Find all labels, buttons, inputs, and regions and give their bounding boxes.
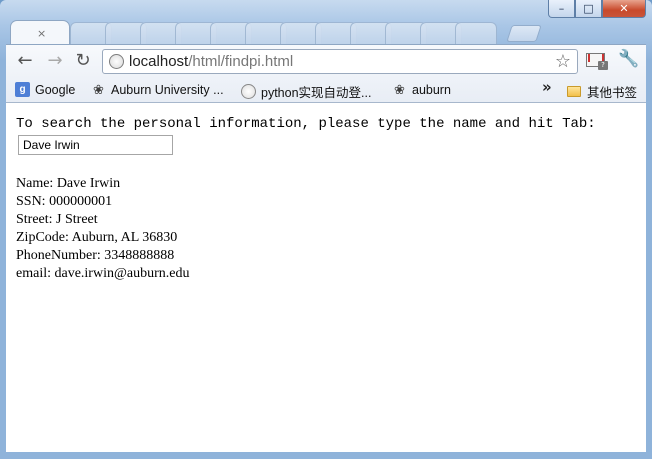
url-host: localhost: [129, 53, 189, 70]
bookmark-label: python实现自动登...: [261, 86, 372, 100]
minimize-button[interactable]: –: [548, 0, 575, 18]
google-icon: g: [15, 82, 30, 97]
tab-close-icon[interactable]: ×: [37, 27, 46, 40]
close-window-button[interactable]: ✕: [602, 0, 646, 18]
bookmark-python[interactable]: python实现自动登...: [241, 82, 371, 101]
auburn-icon: ❀: [93, 81, 104, 97]
result-phone: PhoneNumber: 3348888888: [16, 248, 175, 263]
address-bar[interactable]: localhost/html/findpi.html ☆: [102, 49, 578, 74]
result-ssn: SSN: 000000001: [16, 194, 113, 209]
gmail-unknown-badge: ?: [598, 61, 608, 70]
page-content: To search the personal information, plea…: [6, 103, 646, 452]
background-tab[interactable]: [455, 22, 497, 45]
folder-icon: [567, 86, 581, 97]
result-street: Street: J Street: [16, 212, 98, 227]
new-tab-button[interactable]: [506, 25, 542, 42]
name-search-input[interactable]: [18, 135, 173, 155]
bookmark-label: auburn: [412, 82, 451, 97]
maximize-button[interactable]: □: [575, 0, 602, 18]
page-globe-icon: [109, 54, 124, 69]
other-bookmarks-label: 其他书签: [587, 86, 638, 100]
active-tab[interactable]: ×: [10, 20, 70, 45]
result-zipcode: ZipCode: Auburn, AL 36830: [16, 230, 178, 245]
result-name: Name: Dave Irwin: [16, 176, 121, 191]
bookmark-label: Auburn University ...: [111, 82, 224, 97]
back-arrow-icon[interactable]: ←: [14, 50, 36, 72]
url-text[interactable]: localhost/html/findpi.html: [129, 53, 293, 70]
bookmark-label: Google: [35, 82, 76, 97]
bookmark-google[interactable]: g Google: [15, 82, 75, 97]
search-prompt: To search the personal information, plea…: [16, 116, 596, 132]
browser-window: – □ ✕ × ← → ↻ localhost/html/findpi.html…: [0, 0, 652, 459]
reload-icon[interactable]: ↻: [72, 50, 94, 72]
other-bookmarks-folder[interactable]: 其他书签: [567, 82, 637, 101]
tab-strip: ×: [6, 20, 646, 45]
browser-toolbar: ← → ↻ localhost/html/findpi.html ☆ ? 🔧: [6, 44, 646, 79]
result-email: email: dave.irwin@auburn.edu: [16, 266, 190, 281]
bookmark-auburn[interactable]: ❀ auburn: [392, 82, 451, 97]
window-controls: – □ ✕: [548, 0, 646, 18]
bookmark-star-icon[interactable]: ☆: [555, 51, 571, 72]
bookmark-auburn-university[interactable]: ❀ Auburn University ...: [91, 82, 224, 97]
person-results: Name: Dave Irwin SSN: 000000001 Street: …: [16, 175, 189, 283]
auburn-icon: ❀: [394, 81, 405, 97]
globe-icon: [241, 84, 256, 99]
url-path: /html/findpi.html: [188, 53, 294, 70]
bookmarks-bar: g Google ❀ Auburn University ... python实…: [6, 78, 646, 103]
forward-arrow-icon[interactable]: →: [44, 50, 66, 72]
wrench-menu-icon[interactable]: 🔧: [618, 49, 639, 69]
bookmarks-overflow-chevron-icon[interactable]: »: [542, 78, 552, 96]
